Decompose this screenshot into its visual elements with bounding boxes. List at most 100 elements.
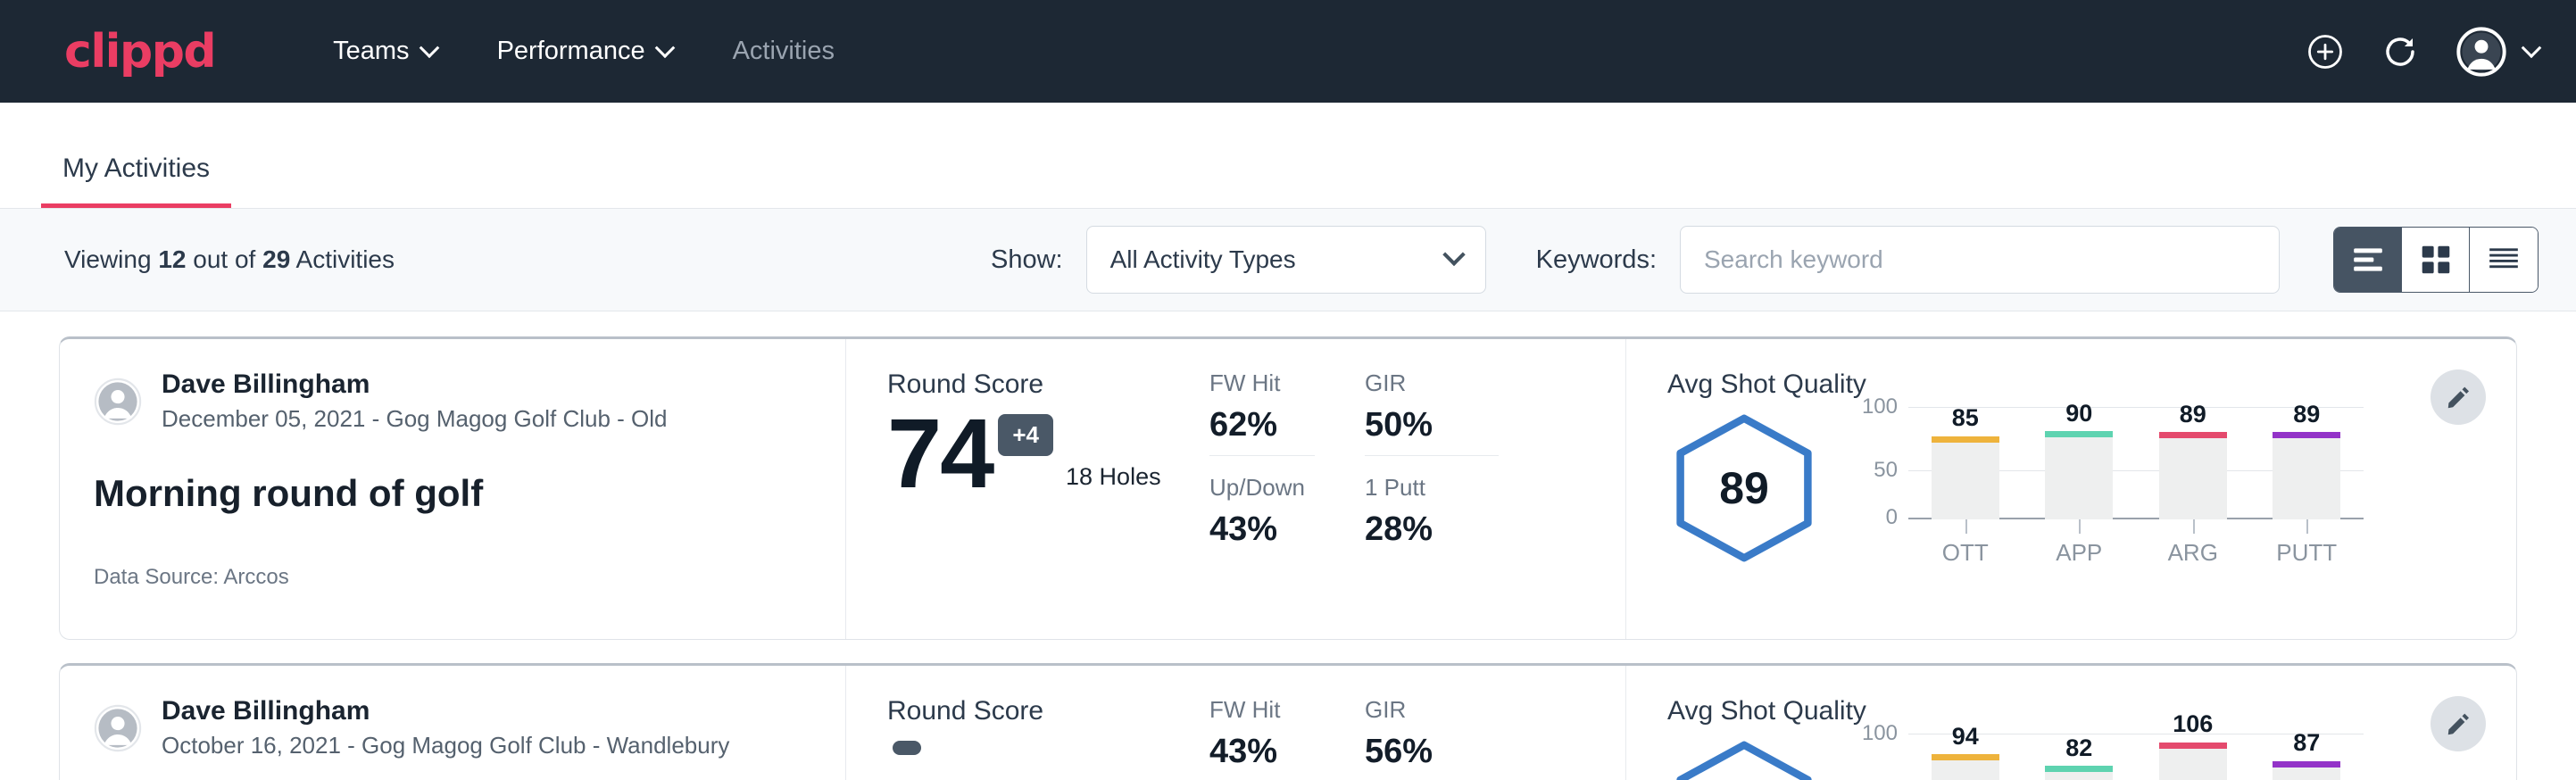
bar-cap-app bbox=[2045, 766, 2113, 772]
stat-gir-value: 50% bbox=[1365, 406, 1499, 444]
compact-view-icon bbox=[2487, 245, 2521, 274]
ytick-100: 100 bbox=[1862, 721, 1898, 746]
round-score-section: Round Score 74 +4 18 Holes bbox=[845, 339, 1209, 639]
activity-type-select-value: All Activity Types bbox=[1110, 245, 1296, 274]
search-input[interactable] bbox=[1680, 226, 2280, 294]
bar-cap-ott bbox=[1932, 754, 1999, 760]
nav-item-activities-label: Activities bbox=[733, 37, 835, 66]
chart-plot-area: 100 50 0 85 bbox=[1908, 407, 2364, 519]
activity-card[interactable]: Dave Billingham December 05, 2021 - Gog … bbox=[59, 336, 2517, 640]
bar-app bbox=[2045, 431, 2113, 519]
tick-arg bbox=[2193, 519, 2195, 534]
bar-ott bbox=[1932, 754, 1999, 780]
nav-item-performance[interactable]: Performance bbox=[467, 37, 702, 66]
refresh-icon bbox=[2381, 33, 2419, 71]
activity-type-select[interactable]: All Activity Types bbox=[1086, 226, 1486, 294]
refresh-button[interactable] bbox=[2381, 33, 2419, 71]
stat-fw-hit: FW Hit 62% bbox=[1209, 369, 1315, 456]
activity-summary: Dave Billingham December 05, 2021 - Gog … bbox=[60, 339, 845, 639]
activity-card[interactable]: Dave Billingham October 16, 2021 - Gog M… bbox=[59, 663, 2517, 780]
viewing-middle: out of bbox=[193, 245, 255, 273]
avatar bbox=[94, 704, 142, 752]
bar-arg bbox=[2159, 743, 2227, 780]
grid-view-button[interactable] bbox=[2402, 228, 2470, 292]
shot-quality-chart: 100 50 0 94 bbox=[1864, 734, 2364, 780]
viewing-suffix: Activities bbox=[296, 245, 395, 273]
stat-fw-hit-label: FW Hit bbox=[1209, 369, 1315, 397]
tab-my-activities-label: My Activities bbox=[62, 154, 210, 183]
bar-cap-arg bbox=[2159, 432, 2227, 438]
edit-activity-button[interactable] bbox=[2431, 696, 2486, 751]
chevron-down-icon bbox=[1442, 244, 1465, 266]
list-view-icon bbox=[2351, 245, 2385, 274]
round-score-value: 74 bbox=[887, 405, 993, 503]
ytick-50: 50 bbox=[1874, 458, 1898, 483]
activity-user-name: Dave Billingham bbox=[162, 696, 729, 726]
stat-fw-hit-value: 62% bbox=[1209, 406, 1315, 444]
avg-shot-quality-section: Avg Shot Quality 100 50 bbox=[1625, 666, 2516, 780]
show-label: Show: bbox=[991, 245, 1063, 275]
user-menu[interactable] bbox=[2456, 27, 2539, 77]
edit-activity-button[interactable] bbox=[2431, 369, 2486, 425]
avg-shot-quality-section: Avg Shot Quality 89 100 50 bbox=[1625, 339, 2516, 639]
bar-cap-ott bbox=[1932, 436, 1999, 443]
tab-bar: My Activities bbox=[0, 103, 2576, 209]
stat-gir: GIR 50% bbox=[1365, 369, 1499, 456]
tick-app bbox=[2079, 519, 2081, 534]
stat-up-down: Up/Down 43% bbox=[1209, 474, 1315, 560]
user-avatar-icon bbox=[2456, 27, 2506, 77]
bar-column-putt: 89 bbox=[2273, 407, 2340, 519]
tick-putt bbox=[2306, 519, 2308, 534]
bar-value-ott: 94 bbox=[1932, 723, 1999, 751]
bar-cap-app bbox=[2045, 431, 2113, 437]
bar-cap-arg bbox=[2159, 743, 2227, 749]
chevron-down-icon bbox=[2522, 37, 2542, 58]
tab-my-activities[interactable]: My Activities bbox=[41, 154, 231, 208]
add-activity-button[interactable] bbox=[2306, 33, 2344, 71]
bar-putt bbox=[2273, 432, 2340, 519]
bar-app bbox=[2045, 766, 2113, 780]
round-score-label: Round Score bbox=[887, 369, 1209, 400]
activity-summary: Dave Billingham October 16, 2021 - Gog M… bbox=[60, 666, 845, 780]
round-score-value-row bbox=[887, 732, 1209, 755]
keywords-label: Keywords: bbox=[1536, 245, 1657, 275]
round-score-label: Round Score bbox=[887, 696, 1209, 726]
bar-column-arg: 106 bbox=[2159, 734, 2227, 780]
activity-user-name: Dave Billingham bbox=[162, 369, 668, 400]
top-navbar: clippd Teams Performance Activities bbox=[0, 0, 2576, 103]
bar-value-app: 90 bbox=[2045, 400, 2113, 427]
activity-user: Dave Billingham December 05, 2021 - Gog … bbox=[94, 369, 845, 433]
nav-item-performance-label: Performance bbox=[497, 37, 645, 66]
xlabel-arg: ARG bbox=[2159, 539, 2227, 567]
clippd-logo[interactable]: clippd bbox=[64, 29, 215, 75]
chart-x-labels: OTT APP ARG PUTT bbox=[1908, 539, 2364, 567]
holes-count: 18 Holes bbox=[1066, 463, 1161, 491]
quality-hexagon-value bbox=[1667, 739, 1821, 780]
activity-list: Dave Billingham December 05, 2021 - Gog … bbox=[0, 311, 2576, 780]
avatar bbox=[94, 378, 142, 426]
quality-hexagon-value: 89 bbox=[1667, 412, 1821, 564]
activity-meta: December 05, 2021 - Gog Magog Golf Club … bbox=[162, 405, 668, 433]
stat-one-putt-value: 28% bbox=[1365, 510, 1499, 549]
bar-cap-putt bbox=[2273, 432, 2340, 438]
round-score-section: Round Score bbox=[845, 666, 1209, 780]
viewing-count: 12 bbox=[158, 245, 186, 273]
chart-bars: 85 90 bbox=[1908, 407, 2364, 519]
round-stats-section: FW Hit 43% GIR 56% bbox=[1209, 666, 1625, 780]
bar-cap-putt bbox=[2273, 761, 2340, 768]
nav-item-teams[interactable]: Teams bbox=[303, 37, 466, 66]
viewing-summary: Viewing 12 out of 29 Activities bbox=[64, 245, 395, 274]
list-view-button[interactable] bbox=[2334, 228, 2402, 292]
nav-item-activities[interactable]: Activities bbox=[702, 37, 865, 66]
stat-gir-label: GIR bbox=[1365, 696, 1499, 724]
bar-value-putt: 89 bbox=[2273, 401, 2340, 428]
score-differential-badge bbox=[893, 741, 921, 755]
round-stats-grid: FW Hit 62% GIR 50% Up/Down 43% 1 Putt 28… bbox=[1209, 369, 1625, 560]
stat-fw-hit-label: FW Hit bbox=[1209, 696, 1315, 724]
avg-shot-quality-body: 89 100 50 0 bbox=[1667, 407, 2516, 568]
chart-plot-area: 100 50 0 94 bbox=[1908, 734, 2364, 780]
bar-putt bbox=[2273, 761, 2340, 780]
stat-one-putt-label: 1 Putt bbox=[1365, 474, 1499, 502]
xlabel-app: APP bbox=[2045, 539, 2113, 567]
compact-view-button[interactable] bbox=[2470, 228, 2538, 292]
